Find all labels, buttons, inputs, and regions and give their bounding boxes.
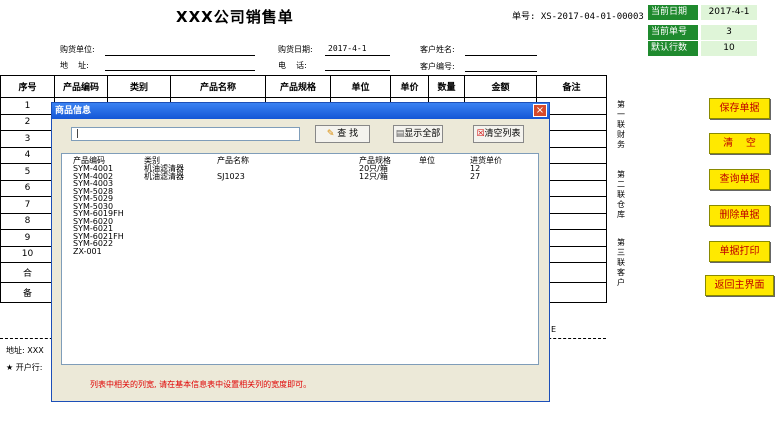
delete-button[interactable]: 删除单据 — [709, 205, 770, 226]
total-label: 合 — [0, 262, 55, 283]
footer-address: 地址: XXX — [6, 346, 44, 355]
list-item-category: 机油滤清器 — [144, 171, 184, 181]
product-list[interactable]: 产品编码 类别 产品名称 产品规格 单位 进货单价 SYM-4001 SYM-4… — [61, 153, 539, 365]
current-number-label: 当前单号 — [648, 25, 698, 40]
row-index: 7 — [0, 196, 55, 214]
row-index: 4 — [0, 146, 55, 164]
close-icon[interactable]: × — [533, 104, 547, 117]
col-header-price: 单价 — [390, 75, 429, 98]
dialog-note: 列表中相关的列宽, 请在基本信息表中设置相关列的宽度即可。 — [90, 380, 312, 389]
table-header-row: 序号 产品编码 类别 产品名称 产品规格 单位 单价 数量 金额 备注 — [0, 75, 607, 98]
row-index: 3 — [0, 130, 55, 148]
current-number-value[interactable]: 3 — [701, 25, 757, 40]
col-header-qty: 数量 — [428, 75, 465, 98]
row-index: 10 — [0, 245, 55, 263]
col-header-name: 产品名称 — [170, 75, 266, 98]
doc-number-label: 单号: — [512, 12, 536, 22]
list-header-name: 产品名称 — [217, 156, 249, 165]
date-label: 购货日期: — [278, 45, 313, 54]
clear-list-button[interactable]: ☒清空列表 — [473, 125, 524, 143]
col-header-code: 产品编码 — [54, 75, 108, 98]
search-input[interactable]: | — [71, 127, 300, 141]
list-item-spec: 12只/箱 — [359, 171, 388, 181]
customer-no-label: 客户编号: — [420, 62, 455, 71]
footer-partial-text: E — [551, 325, 557, 334]
col-header-unit: 单位 — [330, 75, 391, 98]
list-item-price: 27 — [470, 171, 481, 181]
show-all-button-label: 显示全部 — [404, 129, 441, 139]
product-info-dialog: 商品信息 × | ✎ 查 找 ▤显示全部 ☒清空列表 产品编码 类别 产品名称 … — [51, 102, 550, 402]
list-icon: ▤ — [395, 129, 405, 139]
phone-label: 电 话: — [278, 61, 307, 70]
address-label: 地 址: — [60, 61, 89, 70]
current-date-label: 当前日期 — [648, 5, 698, 20]
customer-no-field[interactable] — [465, 71, 537, 72]
page-title: XXX公司销售单 — [176, 8, 294, 26]
address-field[interactable] — [105, 70, 255, 71]
delete-icon: ☒ — [476, 129, 485, 139]
footer-bank: ★ 开户行: — [6, 363, 43, 372]
customer-name-label: 客户姓名: — [420, 45, 455, 54]
buyer-field[interactable] — [105, 55, 255, 56]
save-button[interactable]: 保存单据 — [709, 98, 770, 119]
default-rows-label: 默认行数 — [648, 41, 698, 56]
phone-field[interactable] — [325, 70, 390, 71]
col-header-amount: 金额 — [464, 75, 537, 98]
find-button[interactable]: ✎ 查 找 — [315, 125, 370, 143]
copy-label-finance: 第一联财务 — [617, 100, 625, 149]
home-button[interactable]: 返回主界面 — [705, 275, 774, 296]
col-header-category: 类别 — [107, 75, 171, 98]
print-button[interactable]: 单据打印 — [709, 241, 770, 262]
doc-number-value: XS-2017-04-01-00003 — [540, 12, 644, 22]
date-underline — [325, 55, 390, 56]
col-header-spec: 产品规格 — [265, 75, 331, 98]
copy-label-customer: 第三联客户 — [617, 238, 625, 287]
col-header-remark: 备注 — [536, 75, 607, 98]
remark-label: 备 — [0, 282, 55, 303]
query-button[interactable]: 查询单据 — [709, 169, 770, 190]
show-all-button[interactable]: ▤显示全部 — [393, 125, 443, 143]
search-icon: ✎ — [326, 129, 335, 139]
list-item-code[interactable]: ZX-001 — [73, 247, 102, 256]
list-item-name: SJ1023 — [217, 171, 245, 181]
row-index: 5 — [0, 163, 55, 181]
row-index: 8 — [0, 212, 55, 230]
customer-name-field[interactable] — [465, 55, 537, 56]
clear-button[interactable]: 清 空 — [709, 133, 770, 154]
dialog-title: 商品信息 — [52, 103, 549, 119]
date-value[interactable]: 2017-4-1 — [328, 44, 367, 53]
row-index: 1 — [0, 97, 55, 115]
buyer-label: 购货单位: — [60, 45, 95, 54]
clear-list-button-label: 清空列表 — [484, 129, 521, 139]
find-button-label: 查 找 — [337, 129, 359, 139]
current-date-value[interactable]: 2017-4-1 — [701, 5, 757, 20]
list-header-unit: 单位 — [419, 156, 435, 165]
copy-label-warehouse: 第二联仓库 — [617, 170, 625, 219]
default-rows-value[interactable]: 10 — [701, 41, 757, 56]
row-index: 2 — [0, 113, 55, 131]
row-index: 6 — [0, 179, 55, 197]
col-header-index: 序号 — [0, 75, 55, 98]
row-index: 9 — [0, 229, 55, 247]
doc-number: 单号: XS-2017-04-01-00003 — [512, 9, 644, 22]
